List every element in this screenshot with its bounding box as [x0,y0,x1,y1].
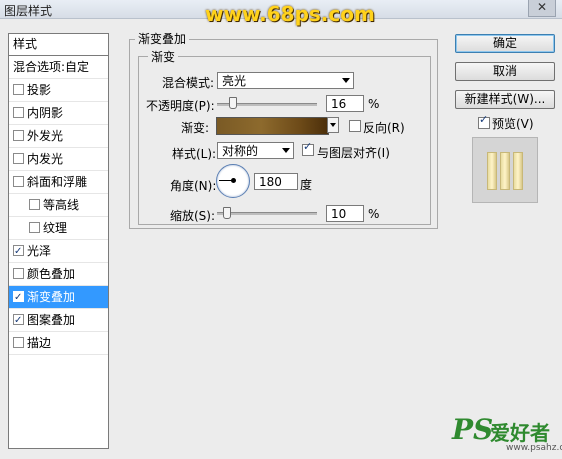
style-item-label: 图案叠加 [27,313,76,327]
style-item[interactable]: 纹理 [9,217,108,240]
preview-bar [487,152,497,190]
style-item-checkbox[interactable] [13,310,24,332]
blend-mode-value: 亮光 [222,74,247,88]
reverse-checkbox[interactable] [349,120,361,132]
style-item[interactable]: 投影 [9,79,108,102]
cancel-button[interactable]: 取消 [455,62,555,81]
watermark-text: www.68ps.com [205,2,375,26]
opacity-slider-thumb[interactable] [229,97,237,109]
preview-label: 预览(V) [492,117,534,131]
style-item-checkbox[interactable] [29,199,40,210]
style-item-checkbox[interactable] [13,153,24,164]
style-select[interactable]: 对称的 [217,142,294,159]
style-item[interactable]: 外发光 [9,125,108,148]
brand-logo: PS 爱好者 www.psahz.com [452,413,562,457]
gradient-dropdown-button[interactable] [327,117,339,133]
style-item-label: 渐变叠加 [27,290,76,304]
style-item[interactable]: 颜色叠加 [9,263,108,286]
align-with-layer-label: 与图层对齐(I) [317,146,390,160]
style-item-label: 纹理 [43,221,68,235]
gradient-group-title: 渐变 [148,48,179,65]
style-item-checkbox[interactable] [29,222,40,233]
style-item-checkbox[interactable] [13,337,24,348]
reverse-label: 反向(R) [363,121,405,135]
styles-list: 样式 混合选项:自定 投影内阴影外发光内发光斜面和浮雕等高线纹理光泽颜色叠加渐变… [8,33,109,449]
scale-input[interactable]: 10 [326,205,364,222]
style-item-label: 斜面和浮雕 [27,175,88,189]
window-title: 图层样式 [4,4,53,18]
gradient-overlay-title: 渐变叠加 [135,30,190,47]
style-item-checkbox[interactable] [13,287,24,309]
gradient-label: 渐变: [181,121,210,135]
blend-mode-select[interactable]: 亮光 [217,72,354,89]
ok-button[interactable]: 确定 [455,34,555,53]
angle-unit: 度 [300,178,313,192]
style-item[interactable]: 描边 [9,332,108,355]
scale-unit: % [368,207,380,221]
style-item-label: 外发光 [27,129,64,143]
brand-ps: PS [452,413,494,446]
preview-bar [513,152,523,190]
chevron-down-icon [282,148,290,153]
style-item-checkbox[interactable] [13,84,24,95]
opacity-label: 不透明度(P): [146,99,215,113]
angle-label: 角度(N): [170,179,217,193]
style-item-checkbox[interactable] [13,176,24,187]
style-item[interactable]: 斜面和浮雕 [9,171,108,194]
align-with-layer-checkbox[interactable] [302,140,314,156]
angle-dial-center [231,178,236,183]
angle-dial[interactable] [216,164,250,198]
style-preview-thumbnail [472,137,538,203]
style-label: 样式(L): [172,147,217,161]
style-item-label: 内阴影 [27,106,64,120]
style-item[interactable]: 内发光 [9,148,108,171]
preview-checkbox[interactable] [478,113,490,129]
preview-bar [500,152,510,190]
style-item-checkbox[interactable] [13,130,24,141]
style-item[interactable]: 内阴影 [9,102,108,125]
style-item-checkbox[interactable] [13,268,24,279]
styles-header[interactable]: 样式 [9,34,108,56]
style-item-label: 描边 [27,336,52,350]
opacity-input[interactable]: 16 [326,95,364,112]
scale-slider[interactable] [217,212,317,215]
scale-label: 缩放(S): [170,209,216,223]
style-item[interactable]: 光泽 [9,240,108,263]
style-item-label: 内发光 [27,152,64,166]
brand-url: www.psahz.com [506,443,562,453]
angle-input[interactable]: 180 [254,173,298,190]
style-item-checkbox[interactable] [13,107,24,118]
style-item-checkbox[interactable] [13,241,24,263]
style-item-label: 颜色叠加 [27,267,76,281]
style-item[interactable]: 等高线 [9,194,108,217]
style-item[interactable]: 图案叠加 [9,309,108,332]
style-item-label: 光泽 [27,244,52,258]
scale-slider-thumb[interactable] [223,207,231,219]
brand-cn: 爱好者 [490,421,550,445]
chevron-down-icon [342,78,350,83]
style-item[interactable]: 渐变叠加 [9,286,108,309]
new-style-button[interactable]: 新建样式(W)... [455,90,555,109]
style-item-label: 投影 [27,83,52,97]
close-button[interactable]: ✕ [528,0,556,17]
style-value: 对称的 [222,144,259,158]
opacity-unit: % [368,97,380,111]
style-item-label: 等高线 [43,198,80,212]
blend-options-item[interactable]: 混合选项:自定 [9,56,108,79]
blend-mode-label: 混合模式: [162,76,215,90]
gradient-swatch[interactable] [216,117,329,135]
